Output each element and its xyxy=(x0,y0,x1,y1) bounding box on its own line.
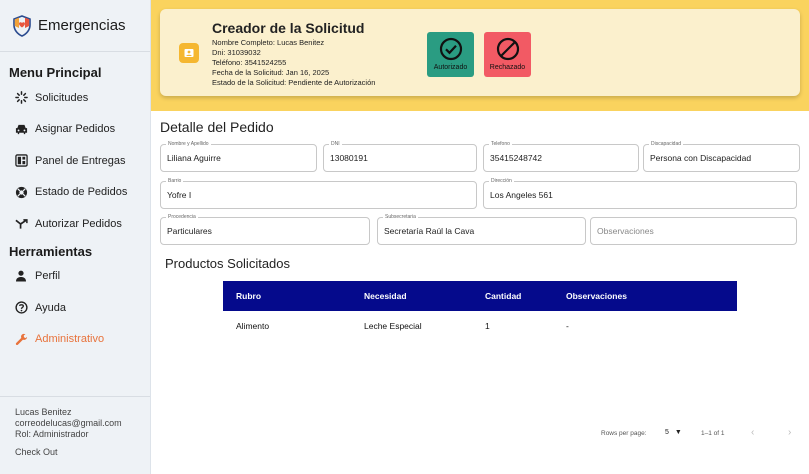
products-title: Productos Solicitados xyxy=(165,256,291,271)
prev-page-icon[interactable]: ‹ xyxy=(751,427,754,438)
field-label: Procedencia xyxy=(166,213,198,221)
field-value: Secretaría Raúl la Cava xyxy=(384,226,475,236)
reject-label: Rechazado xyxy=(489,64,526,71)
nombre-field[interactable]: Nombre y Apellido Liliana Aguirre xyxy=(160,140,317,172)
field-value: 13080191 xyxy=(330,153,368,163)
approve-label: Autorizado xyxy=(433,64,468,71)
sidebar-item-administrativo[interactable]: Administrativo xyxy=(0,324,150,356)
sidebar-item-label: Estado de Pedidos xyxy=(35,186,128,199)
field-value: Liliana Aguirre xyxy=(167,153,221,163)
table-cell: 1 xyxy=(485,321,490,331)
rows-per-page-label: Rows per page: xyxy=(601,430,647,437)
sidebar-item-label: Autorizar Pedidos xyxy=(35,217,122,230)
telefono-field[interactable]: Telefono 35415248742 xyxy=(483,140,639,172)
brand-name: Emergencias xyxy=(38,17,126,34)
sidebar-item-label: Perfil xyxy=(35,270,61,283)
field-value: Persona con Discapacidad xyxy=(650,153,752,163)
sidebar: Emergencias Menu Principal Solicitudes A… xyxy=(0,0,151,474)
field-label: Dirección xyxy=(489,177,514,185)
discapacidad-field[interactable]: Discapacidad Persona con Discapacidad xyxy=(643,140,800,172)
field-label: Discapacidad xyxy=(649,140,684,148)
dropdown-arrow-icon: ▼ xyxy=(674,429,682,436)
subsecretaria-field[interactable]: Subsecretaria Secretaría Raúl la Cava xyxy=(377,213,586,245)
field-value: Particulares xyxy=(167,226,212,236)
field-value: 35415248742 xyxy=(490,153,543,163)
wrench-icon xyxy=(14,332,28,346)
field-label: Nombre y Apellido xyxy=(166,140,211,148)
observaciones-field[interactable]: Observaciones xyxy=(590,217,797,245)
request-dni: Dni: 31039032 xyxy=(212,48,261,57)
rows-per-page-value: 5 xyxy=(665,429,669,436)
field-label: Telefono xyxy=(489,140,512,148)
support-icon xyxy=(14,185,28,199)
sidebar-item-panel-entregas[interactable]: Panel de Entregas xyxy=(0,145,150,177)
pagination-range: 1–1 of 1 xyxy=(701,430,725,437)
table-cell: Alimento xyxy=(236,321,270,331)
sidebar-item-solicitudes[interactable]: Solicitudes xyxy=(0,82,150,114)
field-label: DNI xyxy=(329,140,342,148)
column-header-cantidad[interactable]: Cantidad xyxy=(485,291,521,301)
table-row[interactable]: Alimento Leche Especial 1 - xyxy=(223,311,737,341)
request-date: Fecha de la Solicitud: Jan 16, 2025 xyxy=(212,68,330,77)
dashboard-icon xyxy=(14,154,28,168)
field-label: Barrio xyxy=(166,177,184,185)
app-root: Emergencias Menu Principal Solicitudes A… xyxy=(0,0,809,474)
sidebar-item-label: Solicitudes xyxy=(35,91,89,104)
sidebar-item-autorizar-pedidos[interactable]: Autorizar Pedidos xyxy=(0,208,150,240)
field-value: Los Angeles 561 xyxy=(490,190,553,200)
field-placeholder: Observaciones xyxy=(597,226,654,236)
request-status: Estado de la Solicitud: Pendiente de Aut… xyxy=(212,78,376,87)
section-title-tools: Herramientas xyxy=(9,243,93,259)
field-label: Subsecretaria xyxy=(383,213,418,221)
person-icon xyxy=(14,269,28,283)
barrio-field[interactable]: Barrio Yofre I xyxy=(160,177,477,209)
user-email: correodelucas@gmail.com xyxy=(15,418,122,428)
detail-title: Detalle del Pedido xyxy=(160,119,274,135)
sidebar-item-label: Ayuda xyxy=(35,301,66,314)
table-cell: - xyxy=(566,321,569,331)
column-header-rubro[interactable]: Rubro xyxy=(236,291,261,301)
sidebar-item-ayuda[interactable]: Ayuda xyxy=(0,292,150,324)
user-name: Lucas Benitez xyxy=(15,407,72,417)
next-page-icon[interactable]: › xyxy=(788,427,791,438)
brand[interactable]: Emergencias xyxy=(0,0,150,52)
merge-icon xyxy=(14,217,28,231)
dni-field[interactable]: DNI 13080191 xyxy=(323,140,477,172)
table-cell: Leche Especial xyxy=(364,321,422,331)
help-icon xyxy=(14,301,28,315)
user-avatar-icon xyxy=(179,43,199,63)
checkout-link[interactable]: Check Out xyxy=(15,447,150,458)
products-table: Rubro Necesidad Cantidad Observaciones A… xyxy=(223,281,737,341)
direccion-field[interactable]: Dirección Los Angeles 561 xyxy=(483,177,797,209)
request-title: Creador de la Solicitud xyxy=(212,20,365,36)
sidebar-item-asignar-pedidos[interactable]: Asignar Pedidos xyxy=(0,114,150,146)
sidebar-item-perfil[interactable]: Perfil xyxy=(0,261,150,293)
table-header: Rubro Necesidad Cantidad Observaciones xyxy=(223,281,737,311)
request-name: Nombre Completo: Lucas Benitez xyxy=(212,38,325,47)
column-header-observaciones[interactable]: Observaciones xyxy=(566,291,627,301)
main-content: Creador de la Solicitud Nombre Completo:… xyxy=(151,0,809,474)
column-header-necesidad[interactable]: Necesidad xyxy=(364,291,407,301)
field-value: Yofre I xyxy=(167,190,192,200)
user-role: Rol: Administrador xyxy=(15,429,89,439)
procedencia-field[interactable]: Procedencia Particulares xyxy=(160,213,370,245)
request-banner: Creador de la Solicitud Nombre Completo:… xyxy=(151,0,809,111)
user-info: Lucas Benitez correodelucas@gmail.com Ro… xyxy=(0,396,150,474)
request-card: Creador de la Solicitud Nombre Completo:… xyxy=(160,9,800,96)
section-title-main: Menu Principal xyxy=(9,65,102,80)
reject-button[interactable]: Rechazado xyxy=(484,32,531,77)
block-icon xyxy=(496,37,519,61)
shield-logo-icon xyxy=(13,14,31,37)
rows-per-page-select[interactable]: 5 ▼ xyxy=(665,429,682,436)
request-phone: Teléfono: 3541524255 xyxy=(212,58,287,67)
sidebar-item-label: Administrativo xyxy=(35,333,105,346)
request-info: Nombre Completo: Lucas Benitez Dni: 3103… xyxy=(212,38,375,88)
sidebar-item-label: Panel de Entregas xyxy=(35,154,126,167)
check-circle-icon xyxy=(439,37,462,61)
sidebar-item-label: Asignar Pedidos xyxy=(35,123,116,136)
car-icon xyxy=(14,122,28,136)
sidebar-item-estado-pedidos[interactable]: Estado de Pedidos xyxy=(0,177,150,209)
spinner-icon xyxy=(14,91,28,105)
approve-button[interactable]: Autorizado xyxy=(427,32,474,77)
